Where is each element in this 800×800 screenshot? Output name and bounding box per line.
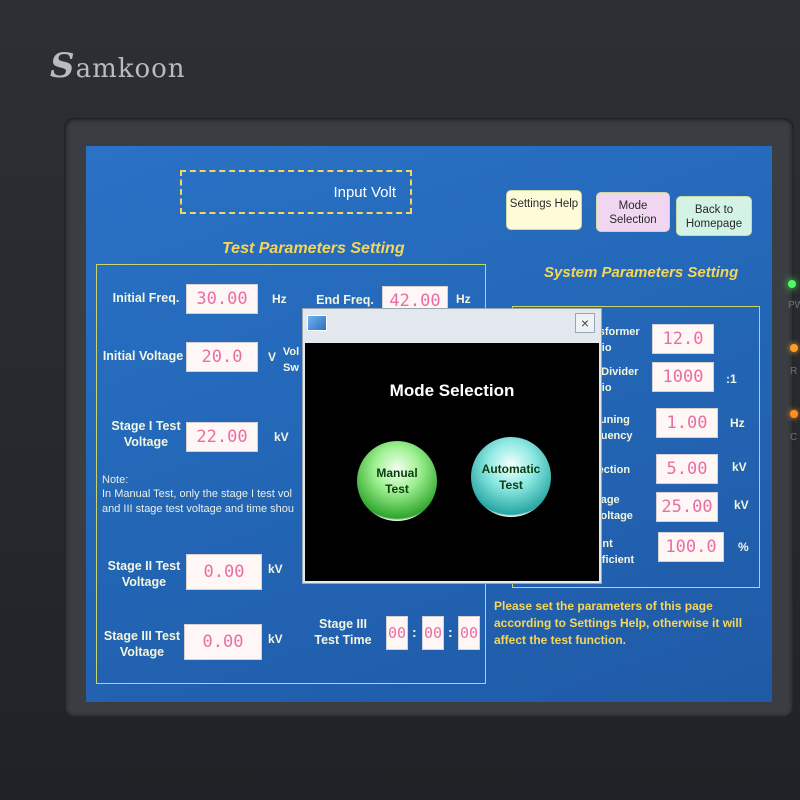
- input-volt-display: Input Volt: [180, 170, 412, 214]
- initial-voltage-input[interactable]: 20.0: [186, 342, 258, 372]
- voltage-input[interactable]: 25.00: [656, 492, 718, 522]
- com-led-icon: [790, 410, 798, 418]
- run-led-icon: [790, 344, 798, 352]
- stage1-voltage-label: Stage I Test Voltage: [111, 419, 181, 449]
- automatic-test-button[interactable]: Automatic Test: [471, 437, 551, 517]
- tuning-frequency-input[interactable]: 1.00: [656, 408, 718, 438]
- transformer-ratio-input[interactable]: 12.0: [652, 324, 714, 354]
- system-parameters-title: System Parameters Setting: [544, 264, 739, 281]
- voltage-unit: kV: [734, 498, 749, 512]
- initial-freq-input[interactable]: 30.00: [186, 284, 258, 314]
- stage3-time-hours-input[interactable]: 00: [386, 616, 408, 650]
- time-separator-1: :: [412, 624, 417, 640]
- power-led-icon: [788, 280, 796, 288]
- initial-voltage-label: Initial Voltage: [102, 349, 184, 363]
- dialog-close-button[interactable]: ×: [575, 313, 595, 333]
- stage3-time-label: Stage III Test Time: [314, 617, 372, 647]
- divider-ratio-input[interactable]: 1000: [652, 362, 714, 392]
- stage3-time-minutes-input[interactable]: 00: [422, 616, 444, 650]
- dialog-title: Mode Selection: [389, 381, 515, 400]
- settings-notice: Please set the parameters of this page a…: [494, 599, 743, 647]
- led-label-pw: PW: [788, 300, 800, 311]
- stage2-voltage-label: Stage II Test Voltage: [107, 559, 181, 589]
- initial-freq-label: Initial Freq.: [112, 291, 180, 305]
- protection-unit: kV: [732, 460, 747, 474]
- tuning-frequency-unit: Hz: [730, 416, 745, 430]
- hmi-screen: Input Volt Settings Help Mode Selection …: [86, 146, 772, 702]
- stage3-voltage-unit: kV: [268, 632, 283, 646]
- stage2-voltage-unit: kV: [268, 562, 283, 576]
- stage2-voltage-input[interactable]: 0.00: [186, 554, 262, 590]
- stage3-time-seconds-input[interactable]: 00: [458, 616, 480, 650]
- stage3-voltage-input[interactable]: 0.00: [184, 624, 262, 660]
- note-line-1: In Manual Test, only the stage I test vo…: [102, 488, 292, 500]
- led-label-r: R: [790, 366, 798, 377]
- time-separator-2: :: [448, 624, 453, 640]
- automatic-test-label: Automatic Test: [481, 462, 541, 492]
- voltage-switch-label: Vol Sw: [282, 346, 300, 374]
- note-line-2: and III stage test voltage and time shou: [102, 503, 295, 515]
- initial-freq-unit: Hz: [272, 292, 287, 306]
- settings-help-button[interactable]: Settings Help: [506, 190, 582, 230]
- initial-voltage-unit: V: [268, 350, 277, 364]
- input-volt-label: Input Volt: [333, 184, 396, 201]
- end-freq-unit: Hz: [456, 292, 471, 306]
- protection-input[interactable]: 5.00: [656, 454, 718, 484]
- current-coefficient-input[interactable]: 100.0: [658, 532, 724, 562]
- divider-ratio-unit: :1: [726, 372, 737, 386]
- hmi-bezel: Samkoon PW R C Input Volt Settings Help …: [0, 0, 800, 800]
- test-parameters-title: Test Parameters Setting: [222, 240, 405, 257]
- mode-selection-button[interactable]: Mode Selection: [596, 192, 670, 232]
- stage1-voltage-unit: kV: [274, 430, 289, 444]
- back-to-homepage-button[interactable]: Back to Homepage: [676, 196, 752, 236]
- stage3-voltage-label: Stage III Test Voltage: [103, 629, 181, 659]
- led-label-c: C: [790, 432, 798, 443]
- mode-selection-dialog: × Mode Selection Manual Test Automatic Tes…: [302, 308, 602, 584]
- dialog-body: Mode Selection Manual Test Automatic Test: [305, 343, 599, 581]
- dialog-window-icon: [307, 315, 327, 331]
- manual-test-button[interactable]: Manual Test: [357, 441, 437, 521]
- stage1-voltage-input[interactable]: 22.00: [186, 422, 258, 452]
- current-coefficient-unit: %: [738, 540, 749, 554]
- note-title: Note:: [102, 474, 129, 486]
- end-freq-label: End Freq.: [316, 293, 374, 307]
- brand-logo: Samkoon: [50, 46, 186, 86]
- manual-test-label: Manual Test: [376, 466, 418, 496]
